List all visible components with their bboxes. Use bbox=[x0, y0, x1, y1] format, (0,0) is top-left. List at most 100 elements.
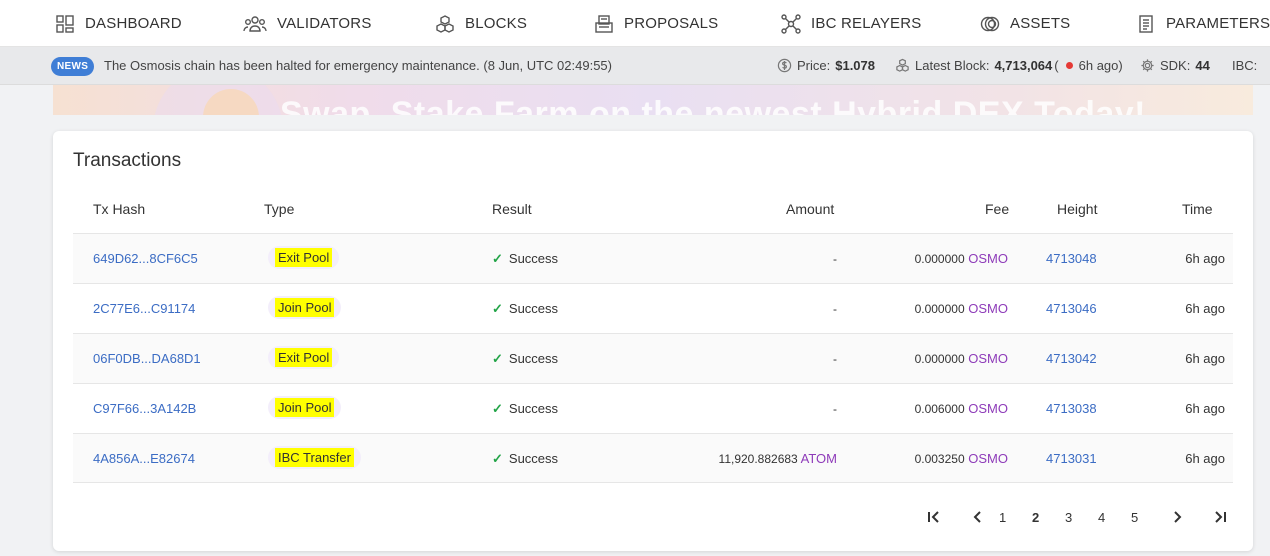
tx-fee: 0.000000 OSMO bbox=[915, 251, 1008, 266]
latest-block-stat[interactable]: Latest Block: 4,713,064 (6h ago) bbox=[895, 58, 1123, 73]
last-page-button[interactable] bbox=[1212, 509, 1228, 528]
tx-height-link[interactable]: 4713031 bbox=[1046, 451, 1097, 466]
tx-amount-denom: ATOM bbox=[800, 451, 837, 466]
block-age-open: ( bbox=[1054, 58, 1059, 73]
tx-time: 6h ago bbox=[1185, 351, 1225, 366]
page-2-button[interactable]: 2 bbox=[1032, 510, 1039, 525]
check-icon: ✓ bbox=[492, 401, 503, 416]
tx-amount: - bbox=[833, 351, 837, 366]
first-page-button[interactable] bbox=[926, 509, 942, 528]
tx-fee: 0.003250 OSMO bbox=[915, 451, 1008, 466]
tx-result-label: Success bbox=[508, 251, 559, 266]
page-1-button[interactable]: 1 bbox=[999, 510, 1006, 525]
gear-icon bbox=[1141, 59, 1154, 72]
column-header-hash: Tx Hash bbox=[93, 201, 146, 217]
nav-label: PARAMETERS bbox=[1166, 15, 1270, 32]
dollar-circle-icon bbox=[777, 58, 792, 73]
tx-result-label: Success bbox=[508, 401, 559, 416]
tx-type-badge: Join Pool bbox=[268, 296, 342, 319]
halted-indicator-dot bbox=[1065, 62, 1073, 69]
tx-hash-link[interactable]: 06F0DB...DA68D1 bbox=[93, 351, 201, 366]
table-row: 4A856A...E82674 IBC Transfer ✓ Success 11… bbox=[73, 433, 1233, 483]
nav-label: ASSETS bbox=[1010, 15, 1071, 32]
tx-hash-link[interactable]: C97F66...3A142B bbox=[93, 401, 196, 416]
tx-time: 6h ago bbox=[1185, 301, 1225, 316]
check-icon: ✓ bbox=[492, 451, 503, 466]
nav-label: DASHBOARD bbox=[85, 15, 182, 32]
tx-height-link[interactable]: 4713038 bbox=[1046, 401, 1097, 416]
table-row: 649D62...8CF6C5 Exit Pool ✓ Success - 0.0… bbox=[73, 233, 1233, 283]
tx-type-badge: Join Pool bbox=[268, 396, 342, 419]
top-navigation: DASHBOARD VALIDATORS BLOCKS PROPOSALS IB… bbox=[0, 0, 1270, 47]
check-icon: ✓ bbox=[492, 301, 503, 316]
prev-page-button[interactable] bbox=[970, 509, 986, 528]
tx-height-link[interactable]: 4713042 bbox=[1046, 351, 1097, 366]
tx-type-label: IBC Transfer bbox=[275, 448, 354, 467]
nav-label: BLOCKS bbox=[465, 15, 528, 32]
grid-icon bbox=[56, 14, 74, 33]
chevron-double-left-icon bbox=[928, 511, 939, 523]
tx-type-badge: Exit Pool bbox=[268, 246, 340, 269]
tx-result: ✓ Success bbox=[492, 401, 558, 417]
news-bar: NEWS The Osmosis chain has been halted f… bbox=[0, 47, 1270, 85]
column-header-amount: Amount bbox=[786, 201, 835, 217]
column-header-result: Result bbox=[492, 201, 532, 217]
tx-result-label: Success bbox=[508, 451, 559, 466]
next-page-button[interactable] bbox=[1169, 509, 1185, 528]
nav-ibc-relayers[interactable]: IBC RELAYERS bbox=[781, 0, 922, 47]
nav-assets[interactable]: ASSETS bbox=[980, 0, 1070, 47]
table-row: C97F66...3A142B Join Pool ✓ Success - 0.0… bbox=[73, 383, 1233, 433]
chevron-left-icon bbox=[973, 511, 981, 523]
tx-hash-link[interactable]: 649D62...8CF6C5 bbox=[93, 251, 198, 266]
page-3-button[interactable]: 3 bbox=[1065, 510, 1072, 525]
tx-time: 6h ago bbox=[1185, 251, 1225, 266]
nav-proposals[interactable]: PROPOSALS bbox=[594, 0, 718, 47]
page-4-button[interactable]: 4 bbox=[1098, 510, 1105, 525]
nav-dashboard[interactable]: DASHBOARD bbox=[55, 0, 182, 47]
tx-fee-denom: OSMO bbox=[968, 351, 1008, 366]
tx-result: ✓ Success bbox=[492, 301, 558, 317]
tx-result-label: Success bbox=[508, 351, 559, 366]
tx-result: ✓ Success bbox=[492, 451, 558, 467]
block-value: 4,713,064 bbox=[994, 58, 1053, 73]
tx-fee-value: 0.003250 bbox=[914, 452, 965, 466]
table-row: 2C77E6...C91174 Join Pool ✓ Success - 0.0… bbox=[73, 283, 1233, 333]
nav-validators[interactable]: VALIDATORS bbox=[243, 0, 372, 47]
document-icon bbox=[1139, 14, 1153, 33]
tx-height-link[interactable]: 4713048 bbox=[1046, 251, 1097, 266]
tx-amount-value: - bbox=[833, 352, 837, 366]
nav-parameters[interactable]: PARAMETERS bbox=[1136, 0, 1270, 47]
news-badge: NEWS bbox=[51, 57, 95, 76]
news-text[interactable]: The Osmosis chain has been halted for em… bbox=[104, 58, 612, 73]
tx-amount-value: 11,920.882683 bbox=[718, 452, 798, 466]
tx-fee-value: 0.000000 bbox=[914, 352, 965, 366]
tx-time: 6h ago bbox=[1185, 451, 1225, 466]
chevron-right-icon bbox=[1174, 511, 1182, 523]
block-label: Latest Block: bbox=[915, 58, 990, 73]
ibc-label: IBC: bbox=[1232, 58, 1258, 73]
tx-result: ✓ Success bbox=[492, 351, 558, 367]
tx-amount-value: - bbox=[833, 402, 837, 416]
cubes-icon bbox=[436, 14, 454, 33]
price-label: Price: bbox=[797, 58, 831, 73]
table-row: 06F0DB...DA68D1 Exit Pool ✓ Success - 0.0… bbox=[73, 333, 1233, 383]
tx-type-badge: IBC Transfer bbox=[268, 446, 361, 469]
tx-amount: - bbox=[833, 251, 837, 266]
tx-fee-value: 0.006000 bbox=[914, 402, 965, 416]
tx-amount: - bbox=[833, 301, 837, 316]
price-value: $1.078 bbox=[835, 58, 875, 73]
tx-type-label: Exit Pool bbox=[275, 248, 333, 267]
nav-label: PROPOSALS bbox=[624, 15, 719, 32]
transactions-card: Transactions Tx Hash Type Result Amount … bbox=[53, 131, 1253, 551]
tx-fee: 0.000000 OSMO bbox=[915, 301, 1008, 316]
network-icon bbox=[781, 13, 801, 34]
page-5-button[interactable]: 5 bbox=[1131, 510, 1138, 525]
ibc-stat: IBC: bbox=[1232, 58, 1257, 73]
tx-hash-link[interactable]: 4A856A...E82674 bbox=[93, 451, 195, 466]
tx-type-label: Exit Pool bbox=[275, 348, 333, 367]
nav-blocks[interactable]: BLOCKS bbox=[435, 0, 527, 47]
promo-banner[interactable]: Swap, Stake Farm on the newest Hybrid DE… bbox=[53, 85, 1253, 115]
tx-hash-link[interactable]: 2C77E6...C91174 bbox=[93, 301, 195, 316]
column-header-type: Type bbox=[264, 201, 295, 217]
tx-height-link[interactable]: 4713046 bbox=[1046, 301, 1097, 316]
